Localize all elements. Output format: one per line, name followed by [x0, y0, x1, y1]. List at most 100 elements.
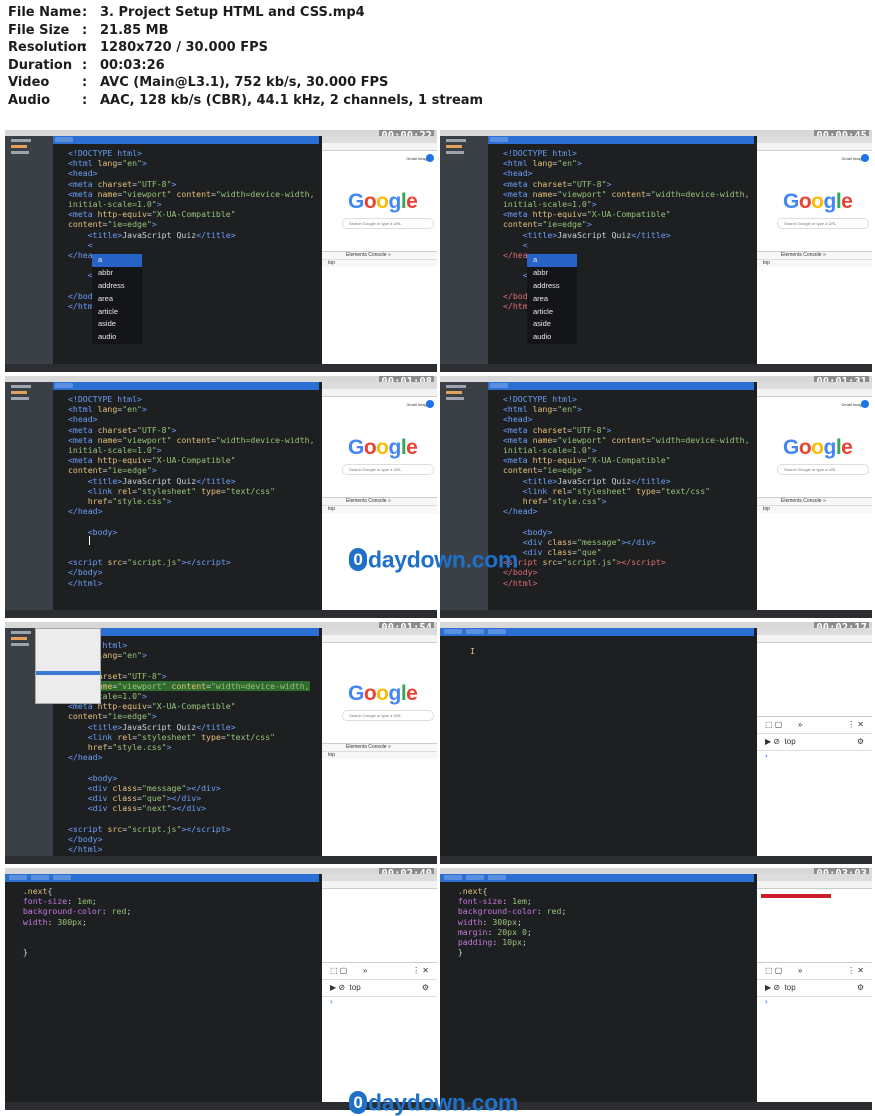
editor-tab[interactable]: [490, 383, 508, 388]
google-search-input[interactable]: Search Google or type a URL: [342, 218, 434, 229]
sidebar-file[interactable]: [446, 151, 464, 154]
video-thumbnail[interactable]: 00:03:03 .next{ font-size: 1em; backgrou…: [440, 868, 872, 1110]
sidebar-file[interactable]: [446, 145, 462, 148]
browser-tabs[interactable]: [757, 382, 872, 389]
autocomplete-item[interactable]: a: [92, 254, 142, 267]
autocomplete-item[interactable]: a: [527, 254, 577, 267]
sidebar-file[interactable]: [11, 385, 31, 388]
editor-tab[interactable]: [488, 875, 506, 880]
console-context-row[interactable]: ▶ ⊘ top ⚙: [757, 734, 872, 751]
sidebar-file[interactable]: [446, 385, 466, 388]
editor-tab[interactable]: [53, 875, 71, 880]
editor-tab[interactable]: [55, 137, 73, 142]
video-thumbnail[interactable]: 00:01:54 YPE html> lang="en"> charset="U…: [5, 622, 437, 864]
console-context[interactable]: top: [785, 737, 796, 746]
console-prompt[interactable]: ›: [322, 997, 437, 1006]
google-search-input[interactable]: Search Google or type a URL: [777, 464, 869, 475]
autocomplete-item[interactable]: aside: [527, 318, 577, 331]
editor-tab[interactable]: [466, 629, 484, 634]
browser-tabs[interactable]: [757, 628, 872, 635]
autocomplete-item[interactable]: aside: [92, 318, 142, 331]
console-context[interactable]: top: [350, 983, 361, 992]
devtools-toolbar[interactable]: ⬚ ▢ » ⋮ ✕: [757, 963, 872, 980]
console-context-row[interactable]: ▶ ⊘ top ⚙: [322, 980, 437, 997]
address-bar[interactable]: [757, 143, 872, 151]
address-bar[interactable]: [322, 143, 437, 151]
gear-icon[interactable]: ⚙: [857, 734, 864, 750]
google-search-input[interactable]: Search Google or type a URL: [342, 464, 434, 475]
devtools-tabs[interactable]: Elements Console »: [322, 744, 437, 751]
video-thumbnail[interactable]: 00:01:08 <!DOCTYPE html> <html lang="en"…: [5, 376, 437, 618]
console-context[interactable]: top: [322, 751, 437, 759]
console-prompt[interactable]: ›: [757, 997, 872, 1006]
browser-tabs[interactable]: [322, 136, 437, 143]
console-context[interactable]: top: [757, 505, 872, 513]
sidebar-file[interactable]: [446, 397, 464, 400]
sidebar-file[interactable]: [446, 391, 462, 394]
devtools-toolbar[interactable]: ⬚ ▢ » ⋮ ✕: [322, 963, 437, 980]
devtools-tabs[interactable]: Elements Console »: [757, 252, 872, 259]
sidebar-file[interactable]: [11, 145, 27, 148]
editor-tab[interactable]: [488, 629, 506, 634]
devtools-tabs[interactable]: Elements Console »: [757, 498, 872, 505]
sidebar-file[interactable]: [11, 151, 29, 154]
editor-tab[interactable]: [490, 137, 508, 142]
console-context-row[interactable]: ▶ ⊘ top ⚙: [757, 980, 872, 997]
autocomplete-popup[interactable]: a abbr address area article aside audio: [527, 254, 577, 345]
avatar[interactable]: [861, 400, 869, 408]
autocomplete-item[interactable]: article: [92, 306, 142, 319]
sidebar-file[interactable]: [11, 637, 27, 640]
autocomplete-item[interactable]: audio: [527, 331, 577, 344]
browser-tabs[interactable]: [322, 382, 437, 389]
editor-tab[interactable]: [444, 629, 462, 634]
address-bar[interactable]: [757, 389, 872, 397]
autocomplete-item[interactable]: area: [92, 293, 142, 306]
gear-icon[interactable]: ⚙: [422, 980, 429, 996]
console-context[interactable]: top: [322, 259, 437, 267]
console-prompt[interactable]: ›: [757, 751, 872, 760]
editor-tab[interactable]: [444, 875, 462, 880]
browser-tabs[interactable]: [757, 136, 872, 143]
file-menu[interactable]: [35, 628, 101, 704]
video-thumbnail[interactable]: 00:02:17 I ⬚ ▢ » ⋮ ✕ ▶ ⊘ top⚙ ›: [440, 622, 872, 864]
address-bar[interactable]: [322, 635, 437, 643]
console-context[interactable]: top: [322, 505, 437, 513]
autocomplete-item[interactable]: audio: [92, 331, 142, 344]
google-search-input[interactable]: Search Google or type a URL: [342, 710, 434, 721]
sidebar-file[interactable]: [446, 139, 466, 142]
autocomplete-item[interactable]: abbr: [527, 267, 577, 280]
browser-tabs[interactable]: [757, 874, 872, 881]
sidebar-file[interactable]: [11, 631, 31, 634]
autocomplete-popup[interactable]: a abbr address area article aside audio: [92, 254, 142, 345]
sidebar-file[interactable]: [11, 397, 29, 400]
autocomplete-item[interactable]: article: [527, 306, 577, 319]
address-bar[interactable]: [322, 881, 437, 889]
sidebar-file[interactable]: [11, 391, 27, 394]
editor-tab[interactable]: [9, 875, 27, 880]
video-thumbnail[interactable]: 00:02:40 .next{ font-size: 1em; backgrou…: [5, 868, 437, 1110]
autocomplete-item[interactable]: address: [527, 280, 577, 293]
google-search-input[interactable]: Search Google or type a URL: [777, 218, 869, 229]
avatar[interactable]: [426, 400, 434, 408]
devtools-toolbar[interactable]: ⬚ ▢ » ⋮ ✕: [757, 717, 872, 734]
devtools-tabs[interactable]: Elements Console »: [322, 498, 437, 505]
editor-tab[interactable]: [466, 875, 484, 880]
address-bar[interactable]: [757, 635, 872, 643]
devtools-tabs[interactable]: Elements Console »: [322, 252, 437, 259]
autocomplete-item[interactable]: address: [92, 280, 142, 293]
menu-item[interactable]: [36, 692, 100, 696]
address-bar[interactable]: [322, 389, 437, 397]
gear-icon[interactable]: ⚙: [857, 980, 864, 996]
browser-tabs[interactable]: [322, 628, 437, 635]
avatar[interactable]: [426, 154, 434, 162]
console-context[interactable]: top: [757, 259, 872, 267]
editor-tab[interactable]: [31, 875, 49, 880]
sidebar-file[interactable]: [11, 139, 31, 142]
autocomplete-item[interactable]: abbr: [92, 267, 142, 280]
console-context[interactable]: top: [785, 983, 796, 992]
avatar[interactable]: [861, 154, 869, 162]
video-thumbnail[interactable]: 00:01:31 <!DOCTYPE html> <html lang="en"…: [440, 376, 872, 618]
video-thumbnail[interactable]: 00:00:22 <!DOCTYPE html> <html lang="en"…: [5, 130, 437, 372]
address-bar[interactable]: [757, 881, 872, 889]
autocomplete-item[interactable]: area: [527, 293, 577, 306]
